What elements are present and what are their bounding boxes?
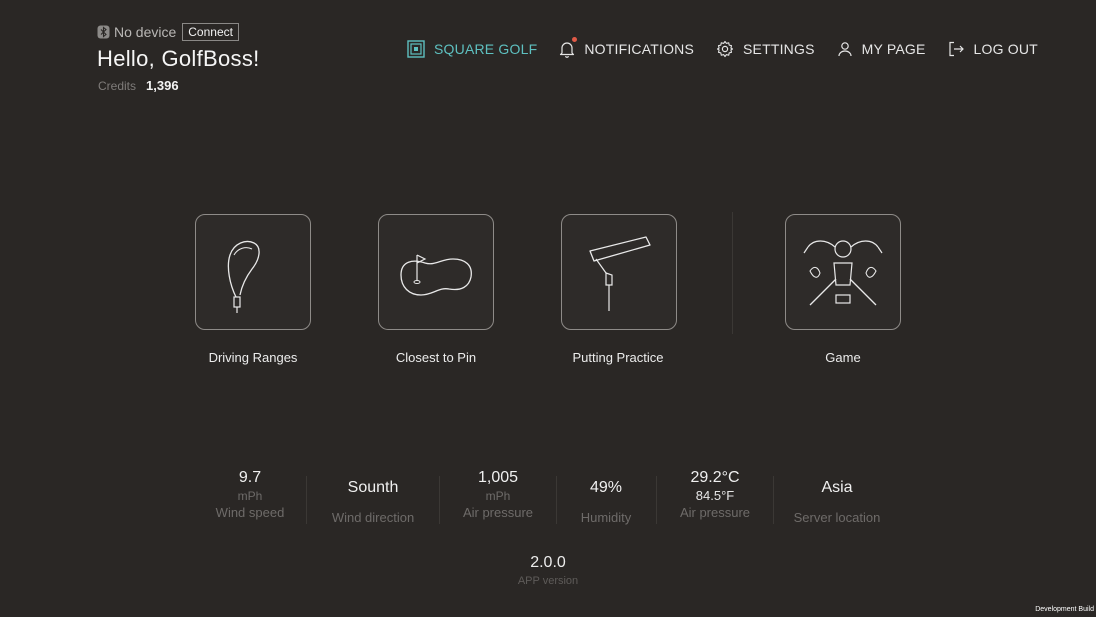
wind-direction-label: Wind direction bbox=[331, 510, 415, 525]
stat-wind-direction: Sounth Wind direction bbox=[318, 478, 428, 527]
development-build-badge: Development Build bbox=[1033, 605, 1096, 614]
temperature-fahrenheit-value: 84.5°F bbox=[695, 488, 735, 503]
stat-divider bbox=[773, 476, 774, 524]
square-golf-logo-icon bbox=[407, 40, 425, 58]
tile-closest-to-pin[interactable] bbox=[378, 214, 494, 330]
home-screen: No device Connect Hello, GolfBoss! Credi… bbox=[0, 0, 1096, 617]
nav-log-out-label: LOG OUT bbox=[973, 41, 1038, 57]
stat-divider bbox=[439, 476, 440, 524]
credits-label: Credits bbox=[98, 79, 137, 93]
server-location-value: Asia bbox=[821, 479, 853, 496]
gear-icon bbox=[716, 40, 734, 58]
bluetooth-icon bbox=[97, 25, 110, 39]
nav-notifications-label: NOTIFICATIONS bbox=[584, 41, 695, 57]
air-pressure-value: 1,005 bbox=[477, 469, 519, 486]
tile-game-label: Game bbox=[825, 350, 861, 365]
wind-direction-value: Sounth bbox=[347, 479, 399, 496]
nav-log-out[interactable]: LOG OUT bbox=[948, 40, 1038, 58]
bell-icon bbox=[560, 42, 575, 58]
tile-divider bbox=[732, 212, 733, 334]
humidity-value: 49% bbox=[589, 479, 623, 496]
connect-button[interactable]: Connect bbox=[182, 23, 239, 41]
credits-row: Credits 1,396 bbox=[98, 78, 179, 93]
stat-divider bbox=[306, 476, 307, 524]
wind-speed-value: 9.7 bbox=[238, 469, 262, 486]
air-pressure-label: Air pressure bbox=[462, 505, 534, 520]
tile-driving-ranges-label: Driving Ranges bbox=[208, 350, 298, 365]
stat-server-location: Asia Server location bbox=[782, 478, 892, 527]
greeting-title: Hello, GolfBoss! bbox=[97, 46, 260, 71]
nav-my-page[interactable]: MY PAGE bbox=[837, 40, 926, 58]
nav-settings[interactable]: SETTINGS bbox=[716, 40, 815, 58]
green-flag-icon bbox=[400, 254, 472, 296]
trophy-crest-icon bbox=[803, 240, 883, 306]
temperature-celsius-value: 29.2°C bbox=[690, 469, 740, 486]
tile-game[interactable] bbox=[785, 214, 901, 330]
nav-my-page-label: MY PAGE bbox=[861, 41, 926, 57]
nav-square-golf[interactable]: SQUARE GOLF bbox=[407, 40, 537, 58]
app-version-value: 2.0.0 bbox=[530, 554, 566, 571]
stat-wind-speed: 9.7 mPh Wind speed bbox=[200, 468, 300, 522]
device-status-text: No device bbox=[114, 24, 177, 40]
server-location-label: Server location bbox=[793, 510, 881, 525]
tile-putting-practice[interactable] bbox=[561, 214, 677, 330]
humidity-label: Humidity bbox=[580, 510, 632, 525]
device-status-row: No device Connect bbox=[97, 23, 239, 41]
logout-icon bbox=[948, 41, 964, 57]
notifications-icon-wrap bbox=[559, 37, 584, 58]
nav-square-golf-label: SQUARE GOLF bbox=[434, 41, 538, 57]
driver-club-icon bbox=[227, 240, 260, 313]
stat-temperature: 29.2°C 84.5°F Air pressure bbox=[665, 468, 765, 522]
stat-air-pressure: 1,005 mPh Air pressure bbox=[448, 468, 548, 522]
wind-speed-label: Wind speed bbox=[215, 505, 285, 520]
nav-settings-label: SETTINGS bbox=[743, 41, 815, 57]
stat-humidity: 49% Humidity bbox=[566, 478, 646, 527]
credits-value: 1,396 bbox=[146, 78, 179, 93]
tile-closest-to-pin-label: Closest to Pin bbox=[395, 350, 477, 365]
wind-speed-unit: mPh bbox=[237, 489, 263, 503]
stat-divider bbox=[556, 476, 557, 524]
app-version: 2.0.0 APP version bbox=[498, 553, 598, 589]
stat-divider bbox=[656, 476, 657, 524]
nav-notifications[interactable]: NOTIFICATIONS bbox=[559, 37, 695, 58]
user-icon bbox=[838, 42, 852, 57]
air-pressure-unit: mPh bbox=[485, 489, 511, 503]
putter-icon bbox=[589, 236, 651, 311]
temperature-label: Air pressure bbox=[679, 505, 751, 520]
app-version-label: APP version bbox=[517, 575, 579, 587]
tile-putting-practice-label: Putting Practice bbox=[572, 350, 664, 365]
top-nav: SQUARE GOLF NOTIFICATIONS SETTINGS MY PA… bbox=[407, 37, 1038, 60]
notification-dot bbox=[572, 37, 578, 42]
tile-driving-ranges[interactable] bbox=[195, 214, 311, 330]
